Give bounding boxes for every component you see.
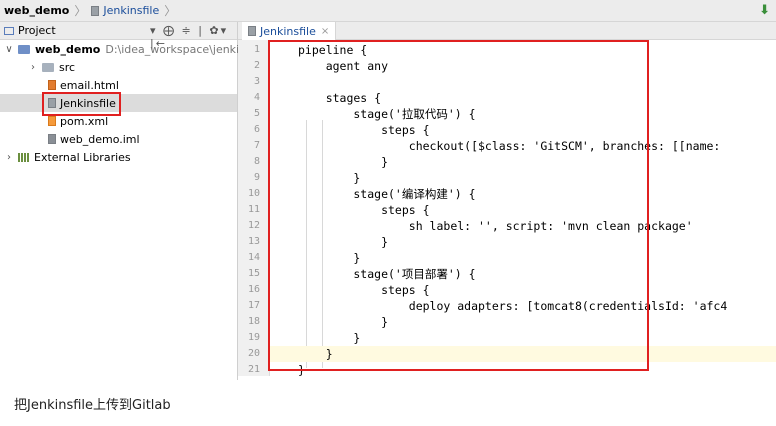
line-number: 8 — [253, 156, 260, 167]
tab-jenkinsfile[interactable]: Jenkinsfile × — [242, 22, 337, 40]
project-icon — [4, 26, 14, 35]
update-arrow-icon[interactable]: ⬇ — [759, 3, 770, 18]
collapsed-chevron-icon[interactable]: › — [28, 62, 38, 73]
editor-tab-bar: Jenkinsfile × — [238, 22, 776, 40]
expand-chevron-icon[interactable]: ∨ — [4, 44, 14, 55]
tree-item-label: email.html — [60, 78, 119, 92]
caption-text: 把Jenkinsfile上传到Gitlab — [14, 398, 171, 413]
tree-item-label: web_demo.iml — [60, 132, 140, 146]
line-number: 13 — [247, 236, 260, 247]
line-number: 12 — [247, 220, 260, 231]
line-number: 17 — [247, 300, 260, 311]
tree-item-label: External Libraries — [34, 150, 131, 164]
breadcrumb-file-label: Jenkinsfile — [103, 4, 160, 17]
line-number: 4 — [253, 92, 260, 103]
line-number: 7 — [253, 140, 260, 151]
libraries-icon — [18, 152, 29, 162]
breadcrumb-separator: 〉 — [74, 4, 87, 18]
line-number: 5 — [253, 108, 260, 119]
tree-item-src[interactable]: › src — [28, 58, 75, 76]
line-number: 9 — [253, 172, 260, 183]
tree-item-web-demo[interactable]: ∨ web_demo D:\idea_workspace\jenkins2 — [4, 40, 259, 58]
line-number: 6 — [253, 124, 260, 135]
file-icon — [248, 26, 256, 36]
tree-item-external-libraries[interactable]: › External Libraries — [4, 148, 131, 166]
line-number: 19 — [247, 332, 260, 343]
module-folder-icon — [18, 44, 30, 54]
module-file-icon — [48, 134, 56, 144]
breadcrumb-file[interactable]: Jenkinsfile — [91, 4, 159, 17]
line-number: 14 — [247, 252, 260, 263]
tree-item-label: web_demo — [35, 42, 101, 56]
collapsed-chevron-icon[interactable]: › — [4, 152, 14, 163]
maven-file-icon — [48, 116, 56, 126]
highlight-box-code — [268, 40, 649, 371]
line-number: 11 — [247, 204, 260, 215]
navigation-breadcrumb: web_demo 〉 Jenkinsfile 〉 ⬇ — [0, 0, 776, 22]
project-tool-window: Project ▾ ⨁ ≑ | ✿▾ |← ∨ web_demo D:\idea… — [0, 22, 259, 380]
highlight-box-jenkinsfile — [42, 92, 121, 116]
line-number: 18 — [247, 316, 260, 327]
tree-item-label: src — [59, 60, 76, 74]
line-number: 10 — [247, 188, 260, 199]
html-file-icon — [48, 80, 56, 90]
file-icon — [91, 5, 100, 16]
line-number-gutter: 1 2 3 4 5 6 7 8 9 10 11 12 13 14 15 16 17 18 19 20 21 — [238, 40, 270, 376]
line-number: 16 — [247, 284, 260, 295]
line-number: 20 — [247, 348, 260, 359]
close-icon[interactable]: × — [321, 26, 329, 37]
tree-item-label: pom.xml — [60, 114, 109, 128]
line-number: 15 — [247, 268, 260, 279]
breadcrumb-project[interactable]: web_demo — [4, 4, 69, 17]
project-panel-header[interactable]: Project ▾ ⨁ ≑ | ✿▾ |← — [0, 22, 237, 50]
line-number: 3 — [253, 76, 260, 87]
line-number: 1 — [253, 44, 260, 55]
tree-item-web-demo-iml[interactable]: web_demo.iml — [48, 130, 140, 148]
line-number: 21 — [247, 364, 260, 375]
breadcrumb-separator-end: 〉 — [164, 4, 177, 18]
line-number: 2 — [253, 60, 260, 71]
project-panel-title: Project — [18, 24, 56, 37]
folder-icon — [42, 62, 54, 72]
tab-label: Jenkinsfile — [260, 24, 316, 38]
module-path: D:\idea_workspace\jenkins2 — [105, 42, 259, 56]
